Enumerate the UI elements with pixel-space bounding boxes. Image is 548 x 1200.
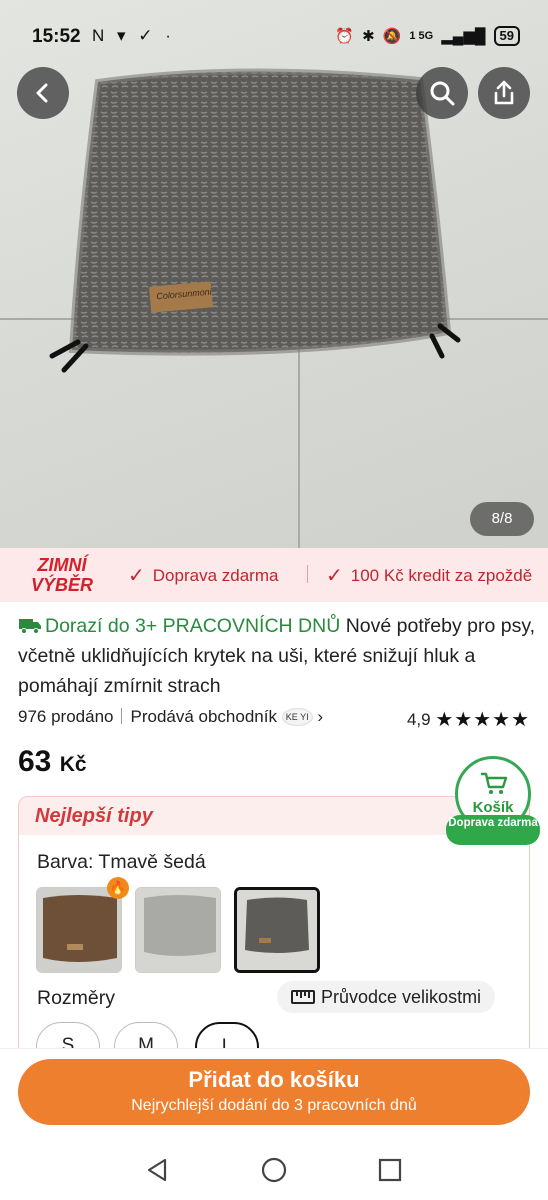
status-right: ⏰ ✱ 🔕 1 5G ▂▄▆█ 59 [335, 26, 520, 46]
signal-icon: ▂▄▆█ [441, 28, 486, 45]
star-rating-icon: ★★★★★ [435, 709, 530, 731]
best-tips-heading: Nejlepší tipy [35, 805, 153, 827]
sales-seller-row: 976 prodáno Prodává obchodník KE YI › 4,9… [18, 707, 530, 731]
check-icon: ✓ [128, 565, 145, 587]
check-icon: ✓ [326, 565, 343, 587]
chevron-right-icon: › [317, 707, 323, 726]
add-to-cart-label: Přidat do košíku [188, 1067, 360, 1092]
bluetooth-icon: ✱ [362, 28, 375, 45]
status-bar: 15:52 N ▾ ✓ · ⏰ ✱ 🔕 1 5G ▂▄▆█ 59 [0, 0, 548, 64]
color-label: Barva: Tmavě šedá [37, 851, 206, 873]
promo-logo-line1: ZIMNÍ [37, 555, 87, 575]
battery-icon: 59 [493, 26, 520, 46]
image-counter: 8/8 [470, 502, 534, 536]
nav-home-icon[interactable] [260, 1156, 288, 1184]
promo-divider [307, 565, 308, 583]
divider [121, 708, 123, 724]
nav-back-icon[interactable] [143, 1156, 171, 1184]
size-guide-label: Průvodce velikostmi [321, 987, 482, 1007]
share-icon [494, 80, 514, 105]
product-image-gallery[interactable]: Colorsunmoni 15:52 N ▾ ✓ · ⏰ ✱ 🔕 1 5G ▂▄… [0, 0, 548, 548]
ruler-icon [291, 990, 315, 1004]
price-value: 63 [18, 745, 52, 778]
swatch-dark-gray-image [237, 890, 317, 970]
price-currency: Kč [59, 753, 87, 776]
truck-icon [19, 619, 41, 634]
promo-delay-credit: ✓ 100 Kč kredit za zpoždě [326, 563, 532, 588]
sold-count: 976 prodáno [18, 707, 114, 726]
add-to-cart-button[interactable]: Přidat do košíku Nejrychlejší dodání do … [18, 1059, 530, 1125]
add-to-cart-sublabel: Nejrychlejší dodání do 3 pracovních dnů [131, 1097, 417, 1114]
bottom-action-bar: Přidat do košíku Nejrychlejší dodání do … [0, 1048, 548, 1140]
rating[interactable]: 4,9 ★★★★★ [407, 707, 530, 732]
product-price: 63 Kč [18, 745, 87, 779]
system-nav-bar [0, 1140, 548, 1200]
promo-free-shipping: ✓ Doprava zdarma [128, 563, 278, 588]
promo-free-shipping-label: Doprava zdarma [152, 565, 279, 585]
seller-label: Prodává obchodník [130, 707, 277, 726]
product-title: Dorazí do 3+ PRACOVNÍCH DNŮ Nové potřeby… [18, 611, 538, 701]
network-label: 1 5G [409, 30, 434, 42]
cart-icon [481, 772, 508, 794]
promo-delay-credit-label: 100 Kč kredit za zpoždě [350, 565, 533, 585]
notification-icons: N ▾ ✓ · [92, 26, 175, 45]
sizes-label: Rozměry [37, 987, 116, 1009]
swatch-brown[interactable] [36, 887, 122, 973]
nav-recents-icon[interactable] [376, 1156, 404, 1184]
swatch-light-gray[interactable] [135, 887, 221, 973]
search-button[interactable] [416, 67, 468, 119]
promo-logo: ZIMNÍ VÝBĚR [26, 555, 98, 595]
free-shipping-pill: Doprava zdarma [446, 815, 540, 845]
status-time: 15:52 [32, 26, 81, 47]
mute-icon: 🔕 [382, 28, 402, 45]
promo-logo-line2: VÝBĚR [30, 575, 93, 595]
swatch-brown-image [37, 888, 121, 972]
seller-avatar: KE YI [281, 708, 313, 726]
share-button[interactable] [478, 67, 530, 119]
search-icon [430, 81, 455, 106]
back-button[interactable] [17, 67, 69, 119]
seller-link[interactable]: Prodává obchodník KE YI › [130, 707, 323, 726]
swatch-dark-gray[interactable] [234, 887, 320, 973]
promo-banner[interactable]: ZIMNÍ VÝBĚR ✓ Doprava zdarma ✓ 100 Kč kr… [0, 548, 548, 602]
cart-label: Košík [472, 799, 514, 816]
size-guide-button[interactable]: Průvodce velikostmi [277, 981, 496, 1013]
rating-value: 4,9 [406, 710, 431, 729]
alarm-icon: ⏰ [335, 28, 355, 45]
delivery-estimate: Dorazí do 3+ PRACOVNÍCH DNŮ [45, 615, 341, 637]
hot-flame-icon: 🔥 [107, 877, 129, 899]
swatch-light-gray-image [136, 888, 220, 972]
chevron-left-icon [36, 83, 48, 103]
